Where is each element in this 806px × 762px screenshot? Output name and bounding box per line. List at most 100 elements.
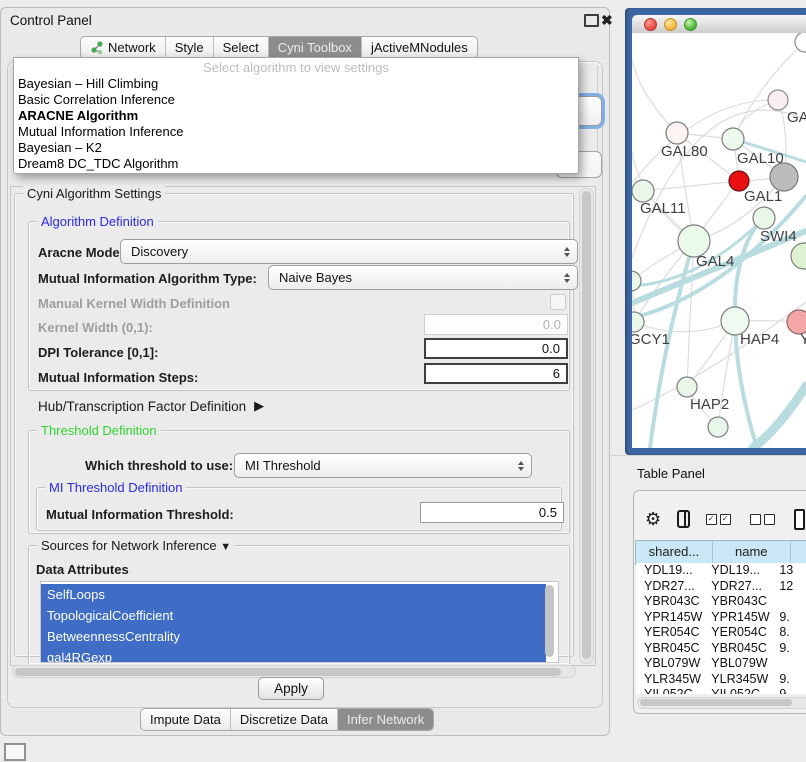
network-node-label: GAL <box>787 109 806 126</box>
table-panel-title: Table Panel <box>637 466 705 481</box>
settings-vertical-scrollbar[interactable] <box>579 188 594 664</box>
table-cell: YBR045C <box>703 641 771 657</box>
panel-divider <box>608 455 806 456</box>
table-row[interactable]: YBR043CYBR043C <box>636 594 806 610</box>
manual-kernel-checkbox[interactable] <box>550 294 566 310</box>
data-attribute-item[interactable]: TopologicalCoefficient <box>41 605 546 626</box>
new-table-icon[interactable] <box>794 509 805 530</box>
network-node[interactable] <box>632 180 654 202</box>
float-panel-icon[interactable] <box>584 14 599 27</box>
algorithm-option[interactable]: ARACNE Algorithm <box>14 108 578 124</box>
network-node[interactable] <box>768 90 788 110</box>
mi-steps-field[interactable]: 6 <box>424 363 568 384</box>
tab-label: Impute Data <box>150 712 221 727</box>
network-node-label: GAL80 <box>661 143 708 160</box>
table-row[interactable]: YBL079WYBL079W <box>636 656 806 672</box>
close-panel-icon[interactable]: ✖ <box>601 13 613 27</box>
mi-steps-label: Mutual Information Steps: <box>38 370 198 385</box>
network-node[interactable] <box>708 417 728 437</box>
select-all-icon[interactable]: ✓✓ <box>706 514 734 525</box>
network-node[interactable] <box>666 122 688 144</box>
table-horizontal-scrollbar[interactable] <box>637 697 806 709</box>
network-node[interactable] <box>791 243 806 269</box>
dpi-tolerance-field[interactable]: 0.0 <box>424 338 568 359</box>
scrollbar-thumb[interactable] <box>15 668 561 676</box>
attributes-scrollbar[interactable] <box>545 585 554 657</box>
tab-cyni-toolbox[interactable]: Cyni Toolbox <box>269 37 362 58</box>
hub-definition-expander[interactable]: Hub/Transcription Factor Definition ▶ <box>38 398 264 414</box>
network-canvas[interactable]: GALGAL80GAL10GAL1GAL11SWI4GAL4GCY1HAP4YH… <box>632 33 806 448</box>
scrollbar-thumb[interactable] <box>640 699 792 706</box>
table-toolbar: ⚙ ✓✓ <box>645 505 805 533</box>
tab-infer-network[interactable]: Infer Network <box>338 709 433 730</box>
table-row[interactable]: YIL052CYIL052C9. <box>636 687 806 694</box>
gear-icon[interactable]: ⚙ <box>645 509 661 530</box>
network-node-label: HAP2 <box>690 396 729 413</box>
network-node-label: SWI4 <box>760 228 797 245</box>
collapse-arrow-icon[interactable]: ▼ <box>220 541 231 553</box>
network-node[interactable] <box>753 207 775 229</box>
algorithm-option[interactable]: Bayesian – Hill Climbing <box>14 76 578 92</box>
algorithm-option[interactable]: Mutual Information Inference <box>14 124 578 140</box>
network-node-label: GAL4 <box>696 253 734 270</box>
apply-button[interactable]: Apply <box>258 677 324 700</box>
table-cell: YIL052C <box>636 687 703 694</box>
network-node[interactable] <box>770 163 798 191</box>
expand-arrow-icon[interactable]: ▶ <box>254 398 264 414</box>
column-header[interactable]: name <box>713 541 791 562</box>
tab-discretize-data[interactable]: Discretize Data <box>231 709 338 730</box>
table-cell: YBR045C <box>636 641 703 657</box>
tab-label: Infer Network <box>347 712 424 727</box>
combo-arrows-icon <box>518 454 524 477</box>
kernel-width-field[interactable]: 0.0 <box>424 314 568 335</box>
columns-icon[interactable] <box>677 510 690 528</box>
table-cell: YBR043C <box>636 594 703 610</box>
mi-type-combo[interactable]: Naive Bayes <box>268 265 578 290</box>
combo-arrows-icon <box>564 240 570 263</box>
table-row[interactable]: YER054CYER054C8. <box>636 625 806 641</box>
algorithm-option[interactable]: Basic Correlation Inference <box>14 92 578 108</box>
network-node[interactable] <box>677 377 697 397</box>
table-row[interactable]: YPR145WYPR145W9. <box>636 610 806 626</box>
zoom-window-icon[interactable] <box>684 18 697 31</box>
table-cell: YDR27... <box>703 579 771 595</box>
column-header[interactable]: A <box>791 541 806 562</box>
tab-select[interactable]: Select <box>214 37 269 58</box>
tab-network[interactable]: Network <box>81 37 166 58</box>
algorithm-option[interactable]: Bayesian – K2 <box>14 140 578 156</box>
tab-jactivemnodules[interactable]: jActiveMNodules <box>362 37 477 58</box>
tab-impute-data[interactable]: Impute Data <box>141 709 231 730</box>
minimize-window-icon[interactable] <box>664 18 677 31</box>
aracne-mode-combo[interactable]: Discovery <box>120 239 578 264</box>
table-row[interactable]: YLR345WYLR345W9. <box>636 672 806 688</box>
control-panel-title: Control Panel <box>10 13 92 28</box>
deselect-all-icon[interactable] <box>750 514 778 525</box>
which-threshold-combo[interactable]: MI Threshold <box>234 453 532 478</box>
data-attribute-item[interactable]: SelfLoops <box>41 584 546 605</box>
table-cell: YPR145W <box>636 610 703 626</box>
network-window-titlebar[interactable] <box>632 15 806 34</box>
kernel-width-label: Kernel Width (0,1): <box>38 320 153 335</box>
algorithm-option[interactable]: Dream8 DC_TDC Algorithm <box>14 156 578 172</box>
table-cell: YLR345W <box>636 672 703 688</box>
tab-style[interactable]: Style <box>166 37 214 58</box>
table-cell: YBR043C <box>703 594 771 610</box>
column-header[interactable]: shared... <box>636 541 713 562</box>
table-row[interactable]: YDR27...YDR27...12 <box>636 579 806 595</box>
table-row[interactable]: YDL19...YDL19...13 <box>636 563 806 579</box>
collapsed-panel-icon[interactable] <box>4 743 26 761</box>
data-attribute-item[interactable]: gal4RGexp <box>41 647 546 663</box>
data-attributes-list: SelfLoopsTopologicalCoefficientBetweenne… <box>40 581 559 663</box>
table-cell: YPR145W <box>703 610 771 626</box>
scrollbar-thumb[interactable] <box>582 191 591 659</box>
algorithm-dropdown-list: Select algorithm to view settings Bayesi… <box>13 57 579 174</box>
table-cell: 12 <box>771 579 806 595</box>
table-cell: 9. <box>771 687 806 694</box>
data-attribute-item[interactable]: BetweennessCentrality <box>41 626 546 647</box>
table-cell: 13 <box>771 563 806 579</box>
mi-threshold-field[interactable]: 0.5 <box>420 502 564 523</box>
network-edge <box>632 60 677 133</box>
close-window-icon[interactable] <box>644 18 657 31</box>
table-row[interactable]: YBR045CYBR045C9. <box>636 641 806 657</box>
network-node[interactable] <box>722 128 744 150</box>
